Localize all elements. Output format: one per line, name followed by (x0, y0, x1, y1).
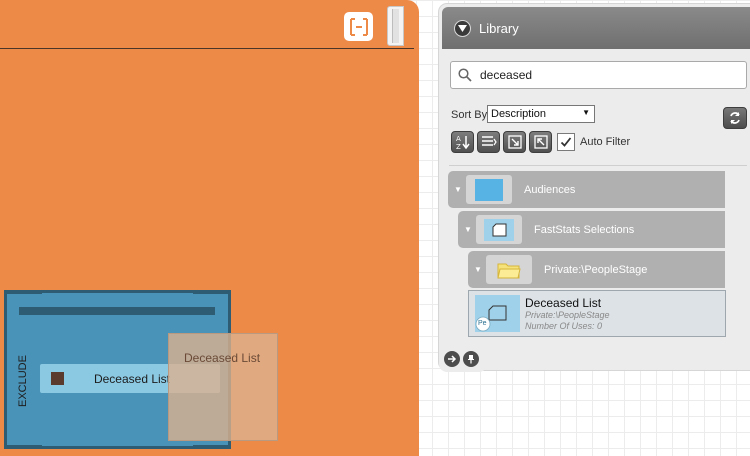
sort-by-select[interactable]: Description ▼ (487, 105, 595, 123)
selection-square-icon (51, 372, 64, 385)
library-header: Library (442, 7, 750, 49)
list-options-button[interactable] (477, 131, 500, 153)
expand-all-button[interactable] (503, 131, 526, 153)
library-title: Library (479, 20, 519, 36)
tree-node-label: Audiences (524, 183, 576, 196)
folder-thumb (486, 255, 532, 284)
result-uses: Number Of Uses: 0 (525, 320, 603, 331)
selections-thumb (476, 215, 522, 244)
expand-triangle-icon[interactable]: ▼ (474, 265, 484, 274)
result-title: Deceased List (525, 295, 602, 310)
panel-collapse-handle[interactable] (387, 6, 404, 46)
collapse-all-button[interactable] (529, 131, 552, 153)
sort-by-label: Sort By (451, 109, 488, 121)
exclude-label: EXCLUDE (17, 355, 29, 407)
svg-text:A: A (456, 135, 461, 143)
refresh-button[interactable] (723, 107, 747, 129)
exclude-block-header[interactable] (19, 307, 215, 315)
fit-to-screen-button[interactable] (344, 12, 373, 41)
result-path: Private:\PeopleStage (525, 309, 610, 320)
block-corner (193, 290, 231, 294)
canvas-divider (0, 48, 414, 49)
expand-triangle-icon[interactable]: ▼ (454, 185, 464, 194)
block-corner (4, 290, 42, 294)
forward-button[interactable] (444, 351, 460, 367)
library-panel: Library Sort By Description ▼ A Z (439, 4, 750, 370)
tree-node-folder[interactable]: ▼ Private:\PeopleStage (468, 251, 725, 288)
svg-text:Z: Z (456, 143, 461, 150)
tree-node-audiences[interactable]: ▼ Audiences (448, 171, 725, 208)
search-input[interactable] (480, 68, 730, 82)
selection-doc-icon (484, 218, 514, 241)
tree-node-label: Private:\PeopleStage (544, 263, 648, 276)
library-collapse-button[interactable] (454, 19, 471, 37)
audience-canvas[interactable]: EXCLUDE Deceased List Deceased List (0, 0, 419, 456)
block-corner (4, 445, 42, 449)
search-icon (458, 68, 472, 82)
library-divider (449, 165, 747, 166)
library-footer (439, 346, 487, 372)
tree-node-selections[interactable]: ▼ FastStats Selections (458, 211, 725, 248)
search-result-item[interactable]: Pe Deceased List Private:\PeopleStage Nu… (468, 290, 726, 337)
collapse-icon (533, 135, 548, 149)
sort-by-value: Description (491, 108, 547, 120)
refresh-icon (730, 112, 740, 124)
fit-screen-icon (349, 17, 368, 36)
folder-icon (497, 263, 521, 278)
arrow-right-icon (448, 355, 457, 363)
result-text: Deceased List Private:\PeopleStage Numbe… (525, 296, 610, 332)
list-icon (481, 136, 497, 146)
chevron-down-icon (458, 24, 467, 32)
audience-box-icon (475, 178, 503, 201)
sort-az-icon: A Z (456, 135, 470, 150)
checkmark-icon (560, 137, 572, 147)
owner-badge: Pe (478, 320, 487, 327)
library-toolbar: A Z Auto Filter (451, 131, 630, 153)
library-search[interactable] (450, 61, 747, 89)
selection-thumb: Pe (475, 295, 520, 332)
auto-filter-checkbox[interactable] (557, 133, 575, 151)
drag-ghost: Deceased List (168, 333, 278, 441)
tree-node-label: FastStats Selections (534, 223, 635, 236)
drag-ghost-label: Deceased List (184, 351, 261, 365)
pin-button[interactable] (463, 351, 479, 367)
expand-icon (507, 135, 522, 149)
dropdown-caret-icon: ▼ (582, 108, 590, 117)
audiences-thumb (466, 175, 512, 204)
sort-az-button[interactable]: A Z (451, 131, 474, 153)
auto-filter-label: Auto Filter (580, 136, 631, 148)
block-corner (193, 445, 231, 449)
pin-icon (468, 355, 474, 364)
expand-triangle-icon[interactable]: ▼ (464, 225, 474, 234)
